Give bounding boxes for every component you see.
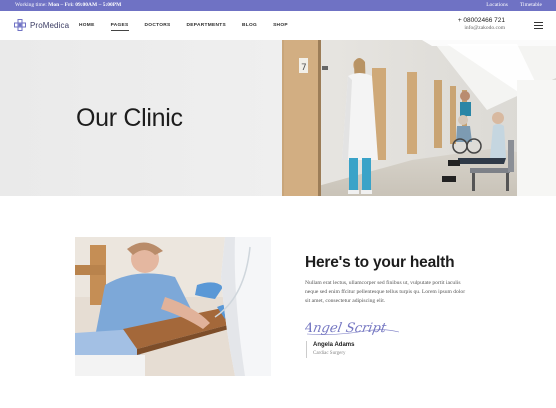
locations-link[interactable]: Locations	[486, 2, 508, 8]
contact-email[interactable]: info@zakodo.com	[458, 25, 505, 31]
section-title: Here's to your health	[305, 254, 455, 271]
nav-home[interactable]: HOME	[79, 23, 95, 28]
svg-text:7: 7	[301, 63, 307, 73]
medical-cross-icon	[14, 19, 26, 31]
nurse-patient-photo	[75, 237, 271, 376]
section-paragraph: Nullam erat lectus, ullamcorper sed fini…	[305, 280, 466, 304]
site-header: ProMedica HOME PAGES DOCTORS DEPARTMENTS…	[0, 11, 556, 40]
nav-doctors[interactable]: DOCTORS	[145, 23, 171, 28]
main-navigation: HOME PAGES DOCTORS DEPARTMENTS BLOG SHOP	[79, 23, 288, 31]
hamburger-icon[interactable]	[534, 22, 543, 29]
signature-image: Angel Script	[301, 316, 405, 343]
top-info-bar: Working time: Mon – Fri: 09:00AM – 5:00P…	[0, 0, 556, 11]
hero-title: Our Clinic	[76, 104, 183, 132]
nav-blog[interactable]: BLOG	[242, 23, 257, 28]
logo-text: ProMedica	[30, 20, 70, 30]
author-role: Cardiac Surgery	[313, 351, 346, 356]
author-divider	[306, 341, 307, 358]
contact-phone[interactable]: + 08002466 721	[458, 17, 505, 24]
header-contact: + 08002466 721 info@zakodo.com	[458, 17, 505, 31]
hospital-corridor-image: 7	[282, 40, 556, 196]
working-hours-value: Mon – Fri: 09:00AM – 5:00PM	[48, 2, 122, 8]
hero-banner: Our Clinic 7	[0, 40, 556, 196]
nav-pages[interactable]: PAGES	[110, 23, 129, 31]
nav-departments[interactable]: DEPARTMENTS	[187, 23, 226, 28]
top-links: Locations Timetable	[486, 2, 542, 8]
author-name: Angela Adams	[313, 342, 355, 348]
nav-shop[interactable]: SHOP	[273, 23, 288, 28]
timetable-link[interactable]: Timetable	[520, 2, 542, 8]
working-hours-prefix: Working time:	[15, 2, 49, 8]
working-hours: Working time: Mon – Fri: 09:00AM – 5:00P…	[15, 2, 121, 8]
site-logo[interactable]: ProMedica	[14, 19, 69, 31]
